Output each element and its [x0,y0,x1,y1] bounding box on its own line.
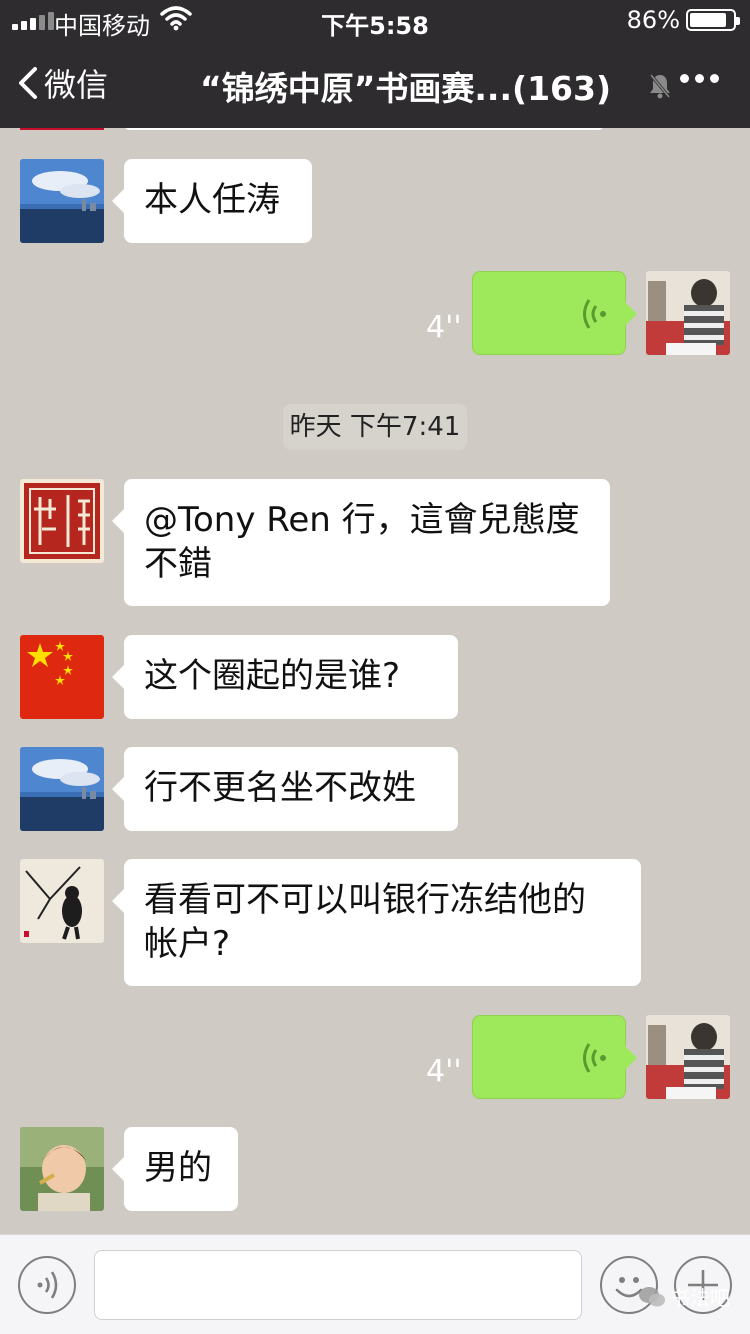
sea-landscape-avatar[interactable] [20,159,104,243]
message-text: 行不更名坐不改姓 [144,768,416,808]
battery-icon [686,9,740,31]
watermark-text: 书法吧 [670,1286,730,1310]
chat-message-list[interactable]: 本人任涛 4'' 昨天 下午7:41 @Tony Ren 行，這會兒態度 不錯 … [0,128,750,1234]
dot-icon [695,74,704,83]
message-text: 本人任涛 [144,180,280,220]
voice-wave-icon [37,1271,58,1299]
my-avatar[interactable] [646,271,730,355]
partial-avatar [20,128,104,130]
message-text-line: 看看可不可以叫银行冻结他的 [144,880,586,920]
back-button[interactable]: 微信 [18,60,108,106]
message-bubble[interactable]: 男的 [112,1127,238,1211]
voice-wave-icon [583,299,606,329]
dot-icon [680,74,689,83]
back-label: 微信 [44,66,109,104]
message-bubble[interactable]: 本人任涛 [112,159,312,243]
message-bubble[interactable]: @Tony Ren 行，這會兒態度 不錯 [112,479,610,606]
voice-wave-icon [583,1043,606,1073]
status-bar: 中国移动 下午5:58 86% [0,0,750,40]
partial-message-bubble [124,128,604,130]
sea-landscape-avatar[interactable] [20,747,104,831]
child-photo-avatar[interactable] [20,1127,104,1211]
chat-title: “锦绣中原”书画赛...(163) [200,69,612,108]
top-bar: 中国移动 下午5:58 86% 微信 “锦绣中原”书画赛...(163) [0,0,750,128]
message-bubble[interactable]: 行不更名坐不改姓 [112,747,458,831]
dot-icon [710,74,719,83]
message-bubble[interactable]: 这个圈起的是谁? [112,635,458,719]
message-text: 这个圈起的是谁? [144,656,401,696]
red-seal-avatar[interactable] [20,479,104,563]
navigation-bar: 微信 “锦绣中原”书画赛...(163) [0,40,750,128]
more-options-button[interactable] [680,74,719,83]
voice-message-bubble[interactable] [472,1015,637,1099]
message-bubble[interactable]: 看看可不可以叫银行冻结他的 帐户? [112,859,641,986]
message-text-line: @Tony Ren 行，這會兒態度 [144,500,580,540]
message-text-line: 帐户? [144,924,231,964]
chevron-left-icon [19,67,37,99]
wechat-logo-icon [639,1286,665,1306]
battery-percentage: 86% [626,6,680,34]
voice-message-bubble[interactable] [472,271,637,355]
my-avatar[interactable] [646,1015,730,1099]
voice-input-button[interactable] [18,1256,76,1314]
message-text-input[interactable] [94,1250,582,1320]
china-flag-avatar[interactable] [20,635,104,719]
chat-timestamp: 昨天 下午7:41 [283,404,467,450]
message-text-line: 不錯 [144,544,212,584]
watermark: 书法吧 [638,1282,730,1311]
voice-duration: 4'' [426,1054,462,1089]
mute-bell-icon [649,74,671,99]
voice-duration: 4'' [426,310,462,345]
message-text: 男的 [144,1148,212,1188]
bird-painting-avatar[interactable] [20,859,104,943]
